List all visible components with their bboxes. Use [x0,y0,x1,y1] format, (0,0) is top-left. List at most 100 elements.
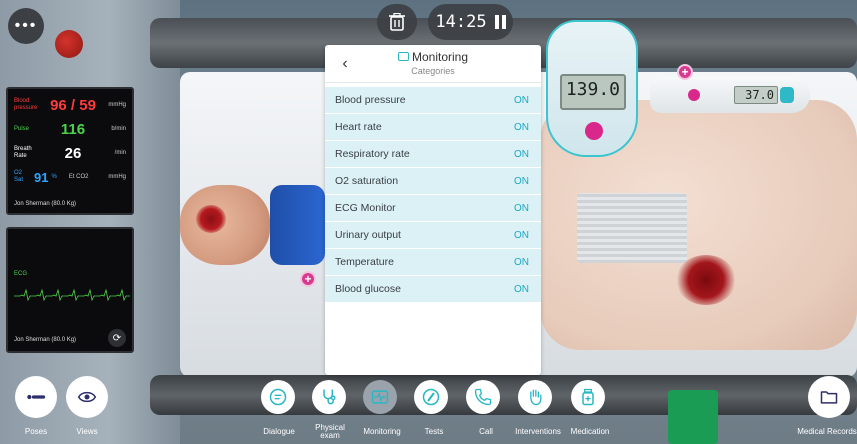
vital-value: 26 [64,144,82,162]
physical-exam-label-line2: exam [320,431,340,440]
vital-unit: mmHg [108,174,126,180]
category-name: Temperature [335,256,394,268]
vital-unit: % [51,174,57,180]
category-row-urinary-output[interactable]: Urinary output ON [325,222,541,248]
category-row-blood-pressure[interactable]: Blood pressure ON [325,87,541,113]
gauze-dressing[interactable] [577,193,687,263]
category-name: O2 saturation [335,175,399,187]
poses-label: Poses [24,427,48,436]
category-name: Urinary output [335,229,401,241]
test-tube-icon [422,388,440,406]
monitoring-label: Monitoring [363,427,401,436]
category-state[interactable]: ON [514,176,529,187]
medication-button[interactable] [571,380,605,414]
monitoring-button[interactable] [363,380,397,414]
glucometer-button[interactable] [585,122,603,140]
plus-icon: + [681,65,689,79]
delete-button[interactable] [377,4,417,40]
panel-header: ‹ Monitoring Categories [325,45,541,83]
monitor-icon [371,390,389,404]
tests-label: Tests [424,427,444,436]
category-state[interactable]: ON [514,149,529,160]
hand-icon [530,389,542,406]
dialogue-label: Dialogue [263,427,295,436]
timer-display: 14:25 [435,12,487,32]
medicine-bottle-icon [582,388,594,406]
menu-button[interactable]: ••• [8,8,44,44]
co2-label: Et CO2 [68,174,89,180]
medication-label: Medication [570,427,610,436]
vital-unit: b/min [111,126,126,132]
poses-button[interactable] [15,376,57,418]
timer-button[interactable]: 14:25 [428,4,513,40]
interventions-label: Interventions [515,427,561,436]
category-row-respiratory-rate[interactable]: Respiratory rate ON [325,141,541,167]
panel-subtitle: Categories [411,66,455,76]
thermometer-display: 37.0 [734,86,778,104]
glucometer-display: 139.0 [560,74,626,110]
wall-knob [55,30,83,58]
trash-icon [389,13,405,31]
folder-icon [820,391,838,404]
views-label: Views [76,427,98,436]
panel-title-wrap: Monitoring [325,50,541,64]
thermometer-device[interactable]: 37.0 [650,77,810,113]
chat-icon [269,388,287,406]
category-row-ecg-monitor[interactable]: ECG Monitor ON [325,195,541,221]
vital-row-pulse: Pulse 116 b/min [14,117,126,141]
glucometer-device[interactable]: 139.0 [546,20,638,157]
patient-lying-icon [27,394,46,400]
add-device-button[interactable]: + [677,64,693,80]
thermometer-button[interactable] [688,89,700,101]
category-row-heart-rate[interactable]: Heart rate ON [325,114,541,140]
category-name: Heart rate [335,121,382,133]
vital-row-breath-rate: Breath Rate 26 /min [14,141,126,165]
leg-wound [676,255,736,305]
call-button[interactable] [466,380,500,414]
vital-value: 96 / 59 [50,96,96,114]
tests-button[interactable] [414,380,448,414]
physical-exam-button[interactable] [312,380,346,414]
dialogue-button[interactable] [261,380,295,414]
category-state[interactable]: ON [514,230,529,241]
vital-label: Breath Rate [14,146,32,159]
category-state[interactable]: ON [514,203,529,214]
category-name: Blood pressure [335,94,406,106]
ecg-monitor[interactable]: ECG Jon Sherman (80.0 Kg) ⟳ [6,227,134,353]
patient-head[interactable] [180,185,270,265]
interventions-button[interactable] [518,380,552,414]
category-name: Respiratory rate [335,148,410,160]
category-name: ECG Monitor [335,202,396,214]
panel-title: Monitoring [411,50,469,64]
vital-label: Pulse [14,125,30,132]
medical-records-label: Medical Records [797,427,857,436]
category-state[interactable]: ON [514,122,529,133]
monitoring-panel: ‹ Monitoring Categories Blood pressure ON… [325,45,541,375]
thermometer-tip [780,87,794,103]
head-wound [196,205,226,233]
category-state[interactable]: ON [514,284,529,295]
vital-unit: /min [114,150,126,156]
plus-icon: + [304,272,312,286]
bed-rail-bottom [150,375,857,415]
vital-label: Blood pressure [14,98,38,111]
category-row-o2-saturation[interactable]: O2 saturation ON [325,168,541,194]
add-item-button[interactable]: + [300,271,316,287]
patient-name: Jon Sherman (80.0 Kg) [14,201,77,207]
category-state[interactable]: ON [514,95,529,106]
category-list: Blood pressure ON Heart rate ON Respirator… [325,87,541,302]
category-row-temperature[interactable]: Temperature ON [325,249,541,275]
views-button[interactable] [66,376,108,418]
patient-name: Jon Sherman (80.0 Kg) [14,337,77,343]
ecg-label: ECG [14,271,28,277]
category-state[interactable]: ON [514,257,529,268]
vital-label: O2 Sat [14,170,24,183]
category-row-blood-glucose[interactable]: Blood glucose ON [325,276,541,302]
medical-records-button[interactable] [808,376,850,418]
cervical-collar[interactable] [270,185,325,265]
vitals-monitor[interactable]: Blood pressure 96 / 59 mmHg Pulse 116 b/… [6,87,134,215]
vital-row-o2: O2 Sat 91 % Et CO2 mmHg [14,165,126,189]
pause-icon [494,15,506,29]
rotate-icon[interactable]: ⟳ [108,329,126,347]
oxygen-device[interactable] [668,390,718,444]
